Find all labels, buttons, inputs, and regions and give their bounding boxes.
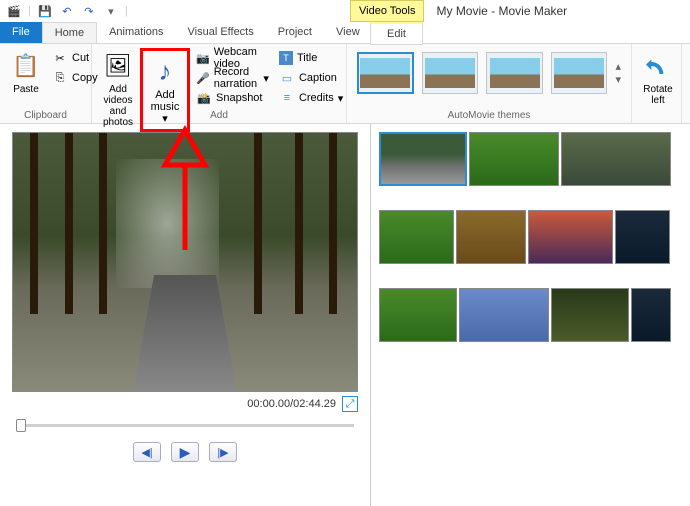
group-label-add: Add <box>92 110 346 121</box>
snapshot-label: Snapshot <box>216 92 262 104</box>
timeline-clip[interactable] <box>459 288 549 342</box>
record-label: Record narration <box>214 66 260 90</box>
automovie-theme-1[interactable] <box>357 52 414 94</box>
automovie-theme-3[interactable] <box>486 52 543 94</box>
timeline-clip[interactable] <box>528 210 613 264</box>
clipboard-icon: 📋 <box>10 50 42 82</box>
copy-icon: ⎘ <box>52 70 68 86</box>
prev-frame-button[interactable]: ◀| <box>133 442 161 462</box>
save-button[interactable]: 💾 <box>37 3 53 19</box>
automovie-theme-4[interactable] <box>551 52 608 94</box>
undo-button[interactable]: ↶ <box>59 3 75 19</box>
seek-thumb[interactable] <box>16 419 26 432</box>
tab-visual-effects[interactable]: Visual Effects <box>176 22 266 43</box>
next-frame-button[interactable]: |▶ <box>209 442 237 462</box>
timeline-clip[interactable] <box>631 288 671 342</box>
mic-icon: 🎤 <box>196 70 210 86</box>
dropdown-icon: ▾ <box>338 92 344 105</box>
record-narration-button[interactable]: 🎤 Record narration ▾ <box>192 68 273 88</box>
timeline-clip[interactable] <box>379 210 454 264</box>
rotate-left-button[interactable]: Rotate left <box>638 48 678 108</box>
video-preview[interactable] <box>12 132 358 392</box>
photos-icon: 🖼 <box>102 50 134 82</box>
scissors-icon: ✂ <box>52 50 68 66</box>
snapshot-icon: 📸 <box>196 90 212 106</box>
redo-button[interactable]: ↷ <box>81 3 97 19</box>
divider: | <box>125 5 128 17</box>
timeline-clip[interactable] <box>379 132 467 186</box>
seek-slider[interactable] <box>12 416 358 434</box>
rotate-left-label: Rotate left <box>643 84 672 106</box>
tab-project[interactable]: Project <box>266 22 324 43</box>
timeline-clip[interactable] <box>456 210 526 264</box>
group-label-themes: AutoMovie themes <box>347 110 631 121</box>
tab-view[interactable]: View <box>324 22 372 43</box>
playback-time: 00:00.00/02:44.29 <box>247 398 336 410</box>
credits-button[interactable]: ≡ Credits ▾ <box>275 88 347 108</box>
fullscreen-button[interactable]: ⤢ <box>342 396 358 412</box>
title-button[interactable]: T Title <box>275 48 347 68</box>
tab-animations[interactable]: Animations <box>97 22 175 43</box>
automovie-theme-2[interactable] <box>422 52 479 94</box>
webcam-video-button[interactable]: 📷 Webcam video <box>192 48 273 68</box>
timeline-clip[interactable] <box>615 210 670 264</box>
caption-label: Caption <box>299 72 337 84</box>
title-icon: T <box>279 51 293 65</box>
play-button[interactable]: ▶ <box>171 442 199 462</box>
timeline-clip[interactable] <box>469 132 559 186</box>
credits-label: Credits <box>299 92 334 104</box>
caption-icon: ▭ <box>279 70 295 86</box>
tab-home[interactable]: Home <box>42 22 97 43</box>
dropdown-icon: ▾ <box>263 72 269 85</box>
paste-button[interactable]: 📋 Paste <box>6 48 46 97</box>
app-icon: 🎬 <box>6 3 22 19</box>
credits-icon: ≡ <box>279 90 295 106</box>
timeline-clip[interactable] <box>551 288 629 342</box>
rotate-left-icon <box>642 50 674 82</box>
title-label: Title <box>297 52 317 64</box>
qat-customize[interactable]: ▾ <box>103 3 119 19</box>
snapshot-button[interactable]: 📸 Snapshot <box>192 88 273 108</box>
caption-button[interactable]: ▭ Caption <box>275 68 347 88</box>
timeline[interactable] <box>370 124 690 506</box>
paste-label: Paste <box>13 84 39 95</box>
theme-scroll[interactable]: ▴▾ <box>615 52 621 94</box>
tab-file[interactable]: File <box>0 22 42 43</box>
cut-label: Cut <box>72 52 89 64</box>
add-videos-label: Add videos and photos <box>102 84 134 128</box>
timeline-clip[interactable] <box>379 288 457 342</box>
group-label-clipboard: Clipboard <box>0 110 91 121</box>
divider: | <box>28 5 31 17</box>
music-icon: ♪ <box>149 55 181 87</box>
timeline-clip[interactable] <box>561 132 671 186</box>
window-title: My Movie - Movie Maker <box>436 4 567 18</box>
tab-edit[interactable]: Edit <box>370 22 423 45</box>
context-tab-video-tools[interactable]: Video Tools <box>350 0 424 22</box>
webcam-icon: 📷 <box>196 50 210 66</box>
